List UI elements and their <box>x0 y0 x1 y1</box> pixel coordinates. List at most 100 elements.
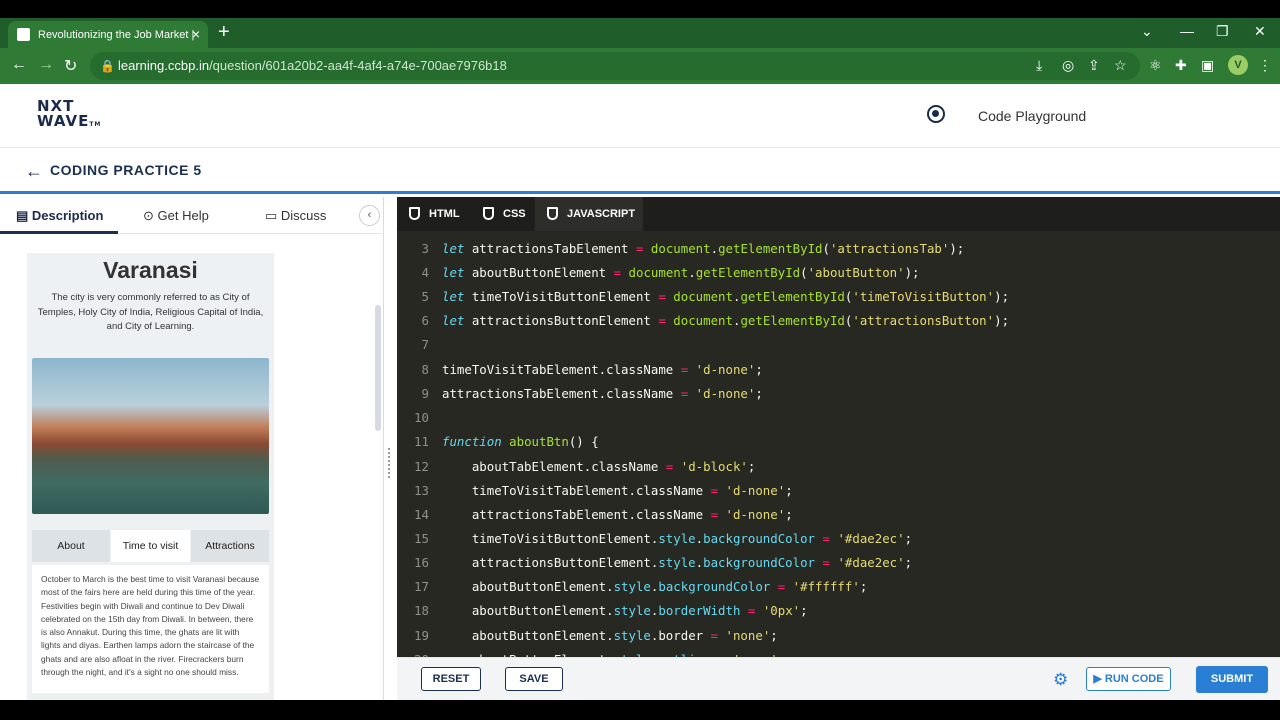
line-number: 11 <box>414 434 429 449</box>
tab-javascript[interactable]: JAVASCRIPT <box>535 197 643 231</box>
install-icon[interactable]: ⤓ <box>1036 57 1042 74</box>
back-icon[interactable]: ← <box>11 56 27 74</box>
app-header: NXT WAVETM Code Playground <box>0 84 1280 148</box>
code-line: 11 function aboutBtn() { <box>397 430 1280 454</box>
html5-icon <box>409 207 420 220</box>
line-number: 15 <box>414 531 429 546</box>
logo-line2: WAVE <box>37 112 90 130</box>
lock-icon: 🔒 <box>100 59 115 73</box>
logo-tm: TM <box>89 121 102 128</box>
time-to-visit-text: October to March is the best time to vis… <box>32 565 269 693</box>
tab-discuss[interactable]: ▭ Discuss <box>265 208 326 224</box>
save-button[interactable]: SAVE <box>505 667 563 691</box>
city-image <box>32 358 269 514</box>
tab-html[interactable]: HTML <box>397 197 469 231</box>
line-number: 6 <box>421 313 429 328</box>
line-text: aboutButtonElement.style.borderWidth = '… <box>442 603 808 618</box>
profile-avatar[interactable]: V <box>1228 55 1248 75</box>
address-bar-row: ← → ↻ 🔒 learning.ccbp.in/question/601a20… <box>0 48 1280 84</box>
code-editor[interactable]: HTML CSS JAVASCRIPT 3 let attractionsTabE… <box>397 197 1280 657</box>
run-code-label: RUN CODE <box>1104 673 1164 685</box>
extensions-icon[interactable]: ✚ <box>1175 57 1187 74</box>
line-number: 18 <box>414 603 429 618</box>
line-text: attractionsTabElement.className = 'd-non… <box>442 507 793 522</box>
run-code-button[interactable]: ▶ RUN CODE <box>1086 667 1171 691</box>
browser-tab[interactable]: Revolutionizing the Job Market | × <box>8 21 208 48</box>
code-line: 4 let aboutButtonElement = document.getEl… <box>397 261 1280 285</box>
line-number: 5 <box>421 289 429 304</box>
city-tabs: About Time to visit Attractions <box>32 530 269 562</box>
stopwatch-icon <box>927 105 945 123</box>
code-line: 12 aboutTabElement.className = 'd-block'… <box>397 455 1280 479</box>
output-preview: Varanasi The city is very commonly refer… <box>27 253 274 700</box>
react-devtools-icon[interactable]: ⚛ <box>1149 57 1162 74</box>
code-line: 16 attractionsButtonElement.style.backgr… <box>397 551 1280 575</box>
line-text: let timeToVisitButtonElement = document.… <box>442 289 1010 304</box>
url-input[interactable]: 🔒 learning.ccbp.in/question/601a20b2-aa4… <box>90 52 1140 80</box>
time-to-visit-tab-button[interactable]: Time to visit <box>111 530 190 562</box>
tracking-icon[interactable]: ◎ <box>1062 57 1074 74</box>
bookmark-star-icon[interactable]: ☆ <box>1114 57 1127 74</box>
code-line: 3 let attractionsTabElement = document.ge… <box>397 237 1280 261</box>
about-tab-button[interactable]: About <box>32 530 110 562</box>
code-line: 17 aboutButtonElement.style.backgroundCo… <box>397 575 1280 599</box>
line-number: 17 <box>414 579 429 594</box>
city-title: Varanasi <box>103 257 198 283</box>
code-line: 13 timeToVisitTabElement.className = 'd-… <box>397 479 1280 503</box>
close-window-icon[interactable]: ✕ <box>1254 23 1266 40</box>
tab-css-label: CSS <box>503 208 526 220</box>
code-playground-link[interactable]: Code Playground <box>978 108 1086 124</box>
close-tab-icon[interactable]: × <box>192 26 200 42</box>
line-number: 10 <box>414 410 429 425</box>
collapse-panel-icon[interactable]: ‹ <box>359 205 380 226</box>
line-number: 9 <box>421 386 429 401</box>
line-number: 13 <box>414 483 429 498</box>
code-line: 5 let timeToVisitButtonElement = document… <box>397 285 1280 309</box>
sidepanel-icon[interactable]: ▣ <box>1201 57 1214 74</box>
share-icon[interactable]: ⇪ <box>1088 57 1100 74</box>
tab-strip: Revolutionizing the Job Market | × + ⌄ —… <box>0 18 1280 48</box>
line-text: timeToVisitButtonElement.style.backgroun… <box>442 531 913 546</box>
line-text: let attractionsButtonElement = document.… <box>442 313 1010 328</box>
tab-search-icon[interactable]: ⌄ <box>1141 23 1153 40</box>
line-number: 4 <box>421 265 429 280</box>
line-text: attractionsTabElement.className = 'd-non… <box>442 386 763 401</box>
minimize-icon[interactable]: — <box>1180 23 1194 39</box>
line-number: 7 <box>421 337 429 352</box>
line-number: 20 <box>397 648 429 657</box>
practice-header: ← CODING PRACTICE 5 <box>0 149 1280 194</box>
resize-handle[interactable] <box>388 448 391 478</box>
line-text: let attractionsTabElement = document.get… <box>442 241 965 256</box>
nxtwave-logo[interactable]: NXT WAVETM <box>37 99 101 132</box>
new-tab-icon[interactable]: + <box>218 21 230 44</box>
line-number: 8 <box>421 362 429 377</box>
forward-icon[interactable]: → <box>38 56 54 74</box>
tab-discuss-label: Discuss <box>280 208 327 223</box>
tab-javascript-label: JAVASCRIPT <box>567 208 636 220</box>
line-text: aboutButtonElement.style.backgroundColor… <box>442 579 868 594</box>
submit-button[interactable]: SUBMIT <box>1196 666 1268 693</box>
left-scrollbar[interactable] <box>375 305 381 431</box>
reload-icon[interactable]: ↻ <box>64 56 77 76</box>
editor-tabs: HTML CSS JAVASCRIPT <box>397 197 1280 231</box>
tab-get-help[interactable]: ⊙ Get Help <box>143 208 209 224</box>
reset-button[interactable]: RESET <box>421 667 481 691</box>
code-line: 10 <box>397 406 1280 430</box>
code-line: 15 timeToVisitButtonElement.style.backgr… <box>397 527 1280 551</box>
browser-window: Revolutionizing the Job Market | × + ⌄ —… <box>0 18 1280 700</box>
code-line: 18 aboutButtonElement.style.borderWidth … <box>397 599 1280 623</box>
tab-description[interactable]: ▤ Description <box>16 208 103 224</box>
tab-description-label: Description <box>31 208 104 223</box>
tab-html-label: HTML <box>429 208 460 220</box>
back-arrow-icon[interactable]: ← <box>25 161 43 182</box>
line-text: aboutTabElement.className = 'd-block'; <box>442 459 756 474</box>
attractions-tab-button[interactable]: Attractions <box>191 530 269 562</box>
active-tab-indicator <box>0 231 118 234</box>
settings-gear-icon[interactable]: ⚙ <box>1053 670 1068 690</box>
tab-css[interactable]: CSS <box>471 197 533 231</box>
line-text: timeToVisitTabElement.className = 'd-non… <box>442 362 763 377</box>
line-number: 19 <box>414 628 429 643</box>
code-line: 8 timeToVisitTabElement.className = 'd-no… <box>397 358 1280 382</box>
menu-icon[interactable]: ⋮ <box>1258 57 1272 74</box>
restore-icon[interactable]: ❐ <box>1216 23 1229 40</box>
